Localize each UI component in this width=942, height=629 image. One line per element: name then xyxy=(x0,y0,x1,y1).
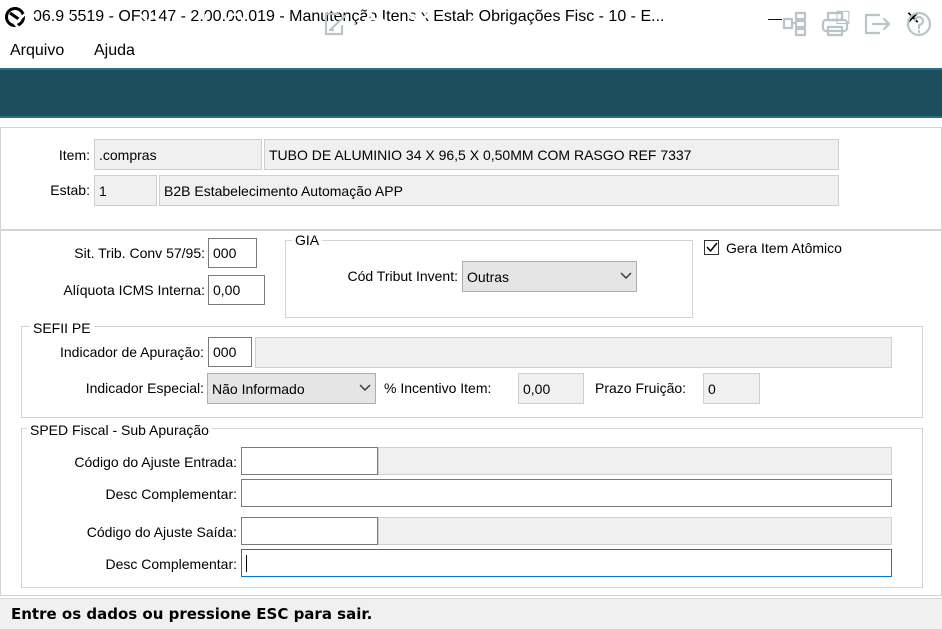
edit-icon[interactable] xyxy=(318,8,352,40)
sefii-group-label: SEFII PE xyxy=(30,320,94,336)
sit-trib-label: Sit. Trib. Conv 57/95: xyxy=(74,245,205,261)
prazo-label: Prazo Fruição: xyxy=(595,380,687,396)
item-code-field[interactable]: .compras xyxy=(94,139,262,170)
cancel-icon[interactable] xyxy=(402,8,436,40)
estab-label: Estab: xyxy=(50,182,90,198)
ind-apuracao-desc-field xyxy=(255,337,892,368)
menu-ajuda[interactable]: Ajuda xyxy=(94,42,135,60)
chevron-down-icon xyxy=(359,383,371,395)
ajuste-entrada-desc-field xyxy=(378,447,892,475)
ajuste-saida-label: Código do Ajuste Saída: xyxy=(86,524,237,540)
item-label: Item: xyxy=(58,147,90,163)
incentivo-label: % Incentivo Item: xyxy=(384,380,492,396)
estab-code-field[interactable]: 1 xyxy=(94,175,157,206)
exit-icon[interactable] xyxy=(860,8,894,40)
desc-compl-entrada-field[interactable] xyxy=(241,479,892,507)
item-desc-field: TUBO DE ALUMINIO 34 X 96,5 X 0,50MM COM … xyxy=(264,139,839,170)
ajuste-saida-desc-field xyxy=(378,517,892,545)
ind-especial-value: Não Informado xyxy=(212,380,305,397)
desc-compl-saida-label: Desc Complementar: xyxy=(105,556,238,572)
first-icon[interactable] xyxy=(8,8,42,40)
status-message: Entre os dados ou pressione ESC para sai… xyxy=(11,605,373,623)
undo-icon[interactable] xyxy=(360,8,394,40)
goto-icon[interactable] xyxy=(176,8,210,40)
aliquota-label: Alíquota ICMS Interna: xyxy=(63,282,205,298)
cod-tribut-label: Cód Tribut Invent: xyxy=(347,268,458,284)
gera-item-label: Gera Item Atômico xyxy=(726,240,842,256)
ajuste-saida-field[interactable] xyxy=(241,517,378,545)
ind-apuracao-value: 000 xyxy=(213,344,237,360)
chevron-down-icon xyxy=(620,271,632,283)
estab-code-value: 1 xyxy=(99,182,107,199)
sped-group-label: SPED Fiscal - Sub Apuração xyxy=(27,422,212,438)
last-icon[interactable] xyxy=(134,8,168,40)
menu-arquivo[interactable]: Arquivo xyxy=(10,42,64,60)
incentivo-value: 0,00 xyxy=(523,380,551,397)
gia-group-label: GIA xyxy=(292,232,323,248)
aliquota-field[interactable]: 0,00 xyxy=(208,275,265,305)
next-icon[interactable] xyxy=(92,8,126,40)
prev-icon[interactable] xyxy=(50,8,84,40)
prazo-field[interactable]: 0 xyxy=(703,373,760,404)
incentivo-field[interactable]: 0,00 xyxy=(518,373,584,404)
item-desc-value: TUBO DE ALUMINIO 34 X 96,5 X 0,50MM COM … xyxy=(269,146,692,163)
ind-apuracao-field[interactable]: 000 xyxy=(208,337,252,367)
search-icon[interactable] xyxy=(220,8,254,40)
item-code-value: .compras xyxy=(99,146,157,163)
ind-apuracao-label: Indicador de Apuração: xyxy=(60,344,204,360)
prazo-value: 0 xyxy=(708,380,716,397)
cod-tribut-value: Outras xyxy=(467,268,510,285)
ind-especial-label: Indicador Especial: xyxy=(85,380,204,396)
ajuste-entrada-label: Código do Ajuste Entrada: xyxy=(74,454,237,470)
ajuste-entrada-field[interactable] xyxy=(241,447,378,475)
estab-desc-field: B2B Estabelecimento Automação APP xyxy=(159,175,839,206)
desc-compl-entrada-label: Desc Complementar: xyxy=(105,486,238,502)
estab-desc-value: B2B Estabelecimento Automação APP xyxy=(164,182,403,199)
cod-tribut-select[interactable]: Outras xyxy=(462,261,637,292)
menu-bar xyxy=(0,38,942,66)
print-icon[interactable] xyxy=(818,8,852,40)
aliquota-value: 0,00 xyxy=(213,282,241,298)
ind-especial-select[interactable]: Não Informado xyxy=(207,373,376,404)
hierarchy-icon[interactable] xyxy=(778,8,812,40)
sit-trib-field[interactable]: 000 xyxy=(208,238,257,268)
help-icon[interactable] xyxy=(902,8,936,40)
desc-compl-saida-field[interactable] xyxy=(241,549,892,577)
toolbar xyxy=(0,68,942,118)
gera-item-checkbox[interactable] xyxy=(704,240,719,255)
sit-trib-value: 000 xyxy=(213,245,237,261)
confirm-icon[interactable] xyxy=(444,8,478,40)
checkmark-icon xyxy=(705,240,718,256)
text-caret xyxy=(246,554,247,572)
